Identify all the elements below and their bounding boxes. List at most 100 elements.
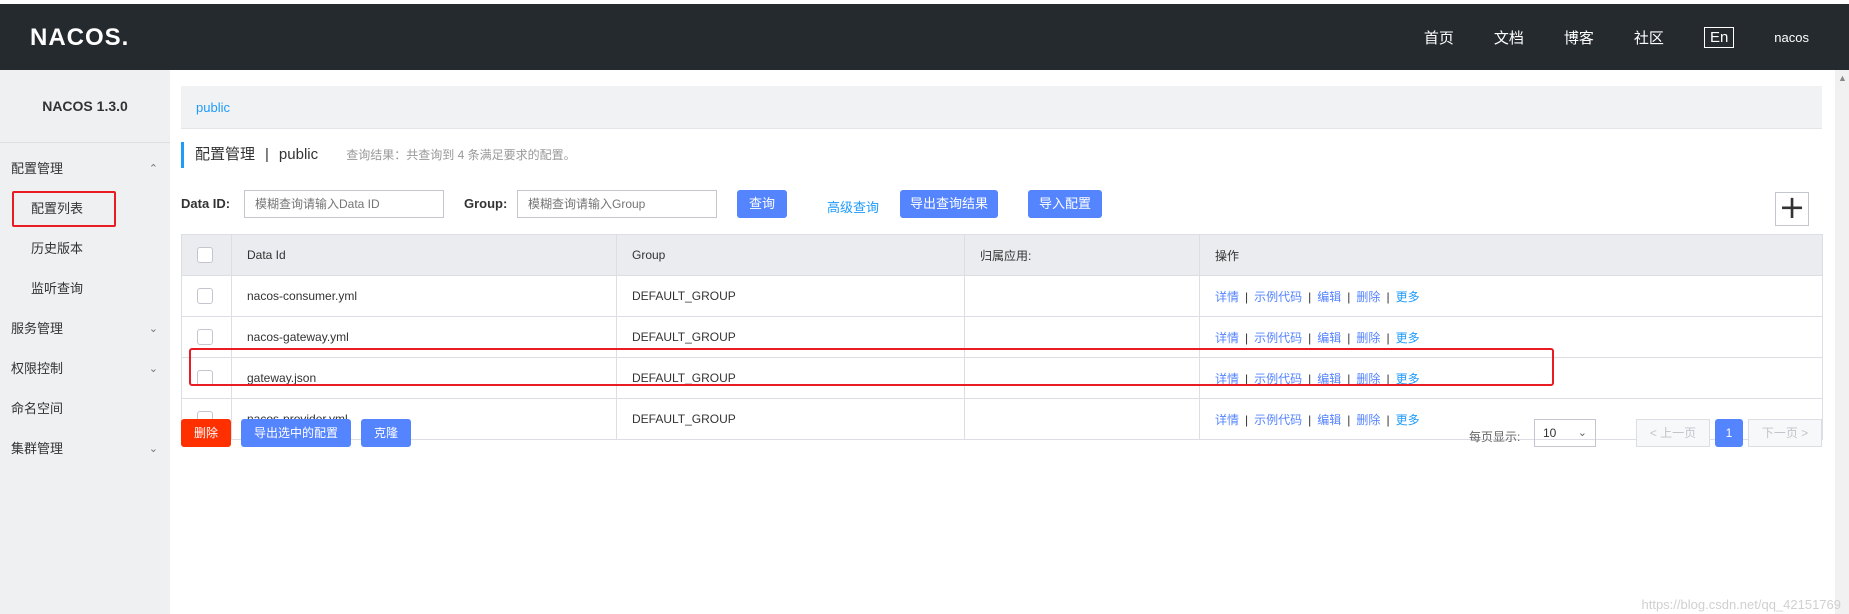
- export-selected-button[interactable]: 导出选中的配置: [241, 419, 351, 447]
- prev-page-label: 上一页: [1660, 426, 1697, 440]
- data-id-input[interactable]: [244, 190, 444, 218]
- sidebar-item-config-list[interactable]: 配置列表: [0, 189, 170, 229]
- sidebar-item-cluster-management[interactable]: 集群管理 ⌄: [0, 429, 170, 469]
- data-id-cell: nacos-gateway.yml: [231, 316, 617, 358]
- title-separator: |: [265, 146, 269, 163]
- row-checkbox[interactable]: [197, 370, 213, 386]
- main-content: public 配置管理 | public 查询结果：共查询到 4 条满足要求的配置。…: [181, 70, 1823, 614]
- query-result-hint: 查询结果：共查询到 4 条满足要求的配置。: [346, 148, 576, 162]
- sidebar: NACOS 1.3.0 配置管理 ⌃ 配置列表 历史版本 监听查询 服务管理 ⌄…: [0, 70, 170, 614]
- edit-link[interactable]: 编辑: [1317, 290, 1341, 304]
- user-name[interactable]: nacos: [1774, 30, 1809, 45]
- nav-blog-link[interactable]: 博客: [1564, 27, 1594, 48]
- page-title-namespace: public: [278, 146, 319, 163]
- batch-delete-button[interactable]: 删除: [181, 419, 231, 447]
- group-cell: DEFAULT_GROUP: [616, 357, 965, 399]
- action-separator: |: [1308, 289, 1312, 304]
- group-input[interactable]: [517, 190, 717, 218]
- action-separator: |: [1308, 330, 1312, 345]
- sidebar-item-config-management[interactable]: 配置管理 ⌃: [0, 149, 170, 189]
- prev-page-button[interactable]: < 上一页: [1636, 419, 1710, 447]
- page-size-label: 每页显示:: [1469, 430, 1521, 444]
- delete-link[interactable]: 删除: [1356, 372, 1380, 386]
- delete-link[interactable]: 删除: [1356, 331, 1380, 345]
- group-cell: DEFAULT_GROUP: [616, 275, 965, 317]
- chevron-up-icon: ⌃: [148, 163, 158, 175]
- select-all-checkbox[interactable]: [197, 247, 213, 263]
- sample-code-link[interactable]: 示例代码: [1254, 372, 1302, 386]
- more-link[interactable]: 更多: [1396, 290, 1420, 304]
- table-row: nacos-gateway.yml DEFAULT_GROUP 详情 | 示例代码 |…: [181, 316, 1823, 358]
- sample-code-link[interactable]: 示例代码: [1254, 331, 1302, 345]
- table-header-row: Data Id Group 归属应用: 操作: [181, 234, 1823, 276]
- language-switch[interactable]: En: [1703, 26, 1735, 48]
- table-row: nacos-consumer.yml DEFAULT_GROUP 详情 | 示例代码…: [181, 275, 1823, 317]
- data-id-cell: gateway.json: [231, 357, 617, 399]
- page-size-value: 10: [1543, 426, 1557, 440]
- sidebar-item-label: 命名空间: [11, 401, 64, 416]
- actions-cell: 详情 | 示例代码 | 编辑 | 删除 | 更多: [1199, 275, 1823, 317]
- watermark: https://blog.csdn.net/qq_42151769: [1641, 597, 1842, 612]
- next-page-button[interactable]: 下一页 >: [1748, 419, 1822, 447]
- add-config-button[interactable]: +: [1775, 191, 1809, 226]
- namespace-tab-public[interactable]: public: [196, 100, 230, 115]
- sidebar-item-label: 历史版本: [31, 241, 84, 256]
- detail-link[interactable]: 详情: [1215, 290, 1239, 304]
- search-bar: Data ID: Group: 查询 高级查询 导出查询结果 导入配置: [181, 190, 1821, 220]
- nav-home-link[interactable]: 首页: [1424, 27, 1454, 48]
- top-navbar: NACOS. 首页 文档 博客 社区 En nacos: [0, 4, 1849, 70]
- sidebar-item-label: 配置管理: [11, 161, 64, 176]
- detail-link[interactable]: 详情: [1215, 372, 1239, 386]
- nacos-logo[interactable]: NACOS.: [30, 24, 129, 52]
- row-checkbox[interactable]: [197, 288, 213, 304]
- sidebar-item-listener-query[interactable]: 监听查询: [0, 269, 170, 309]
- edit-link[interactable]: 编辑: [1317, 372, 1341, 386]
- more-link[interactable]: 更多: [1396, 331, 1420, 345]
- row-checkbox[interactable]: [197, 329, 213, 345]
- action-separator: |: [1347, 371, 1351, 386]
- top-nav-links: 首页 文档 博客 社区 En nacos: [1384, 4, 1809, 70]
- column-header: Data Id: [231, 234, 617, 276]
- more-link[interactable]: 更多: [1396, 372, 1420, 386]
- action-separator: |: [1347, 289, 1351, 304]
- actions-cell: 详情 | 示例代码 | 编辑 | 删除 | 更多: [1199, 357, 1823, 399]
- table-row: gateway.json DEFAULT_GROUP 详情 | 示例代码 | 编辑 | 删除…: [181, 357, 1823, 399]
- action-separator: |: [1245, 371, 1249, 386]
- sidebar-item-namespace[interactable]: 命名空间: [0, 389, 170, 429]
- nav-community-link[interactable]: 社区: [1634, 27, 1664, 48]
- action-separator: |: [1245, 330, 1249, 345]
- next-page-label: 下一页: [1761, 426, 1798, 440]
- page-1-button[interactable]: 1: [1715, 419, 1743, 447]
- action-separator: |: [1347, 330, 1351, 345]
- column-header: 操作: [1199, 234, 1823, 276]
- chevron-down-icon: ⌄: [148, 323, 158, 335]
- sidebar-item-label: 服务管理: [11, 321, 64, 336]
- batch-action-bar: 删除 导出选中的配置 克隆 每页显示: 10 ⌄ < 上一页 1 下一页 >: [181, 419, 1822, 449]
- chevron-down-icon: ⌄: [1577, 427, 1587, 439]
- action-separator: |: [1386, 371, 1390, 386]
- sidebar-item-label: 集群管理: [11, 441, 64, 456]
- sidebar-item-auth-control[interactable]: 权限控制 ⌄: [0, 349, 170, 389]
- sidebar-item-service-management[interactable]: 服务管理 ⌄: [0, 309, 170, 349]
- namespace-bar: public: [181, 86, 1822, 129]
- vertical-scrollbar[interactable]: ▲: [1835, 70, 1849, 614]
- nav-docs-link[interactable]: 文档: [1494, 27, 1524, 48]
- detail-link[interactable]: 详情: [1215, 331, 1239, 345]
- scroll-up-icon[interactable]: ▲: [1838, 73, 1847, 83]
- import-config-button[interactable]: 导入配置: [1028, 190, 1102, 218]
- action-separator: |: [1386, 330, 1390, 345]
- chevron-right-icon: >: [1801, 426, 1809, 440]
- column-header: 归属应用:: [964, 234, 1200, 276]
- action-separator: |: [1245, 289, 1249, 304]
- sidebar-item-history[interactable]: 历史版本: [0, 229, 170, 269]
- delete-link[interactable]: 删除: [1356, 290, 1380, 304]
- sample-code-link[interactable]: 示例代码: [1254, 290, 1302, 304]
- advanced-query-link[interactable]: 高级查询: [827, 197, 879, 216]
- export-result-button[interactable]: 导出查询结果: [900, 190, 998, 218]
- query-button[interactable]: 查询: [737, 190, 787, 218]
- action-separator: |: [1386, 289, 1390, 304]
- page-size-select[interactable]: 10 ⌄: [1534, 419, 1596, 447]
- clone-button[interactable]: 克隆: [361, 419, 411, 447]
- chevron-down-icon: ⌄: [148, 363, 158, 375]
- edit-link[interactable]: 编辑: [1317, 331, 1341, 345]
